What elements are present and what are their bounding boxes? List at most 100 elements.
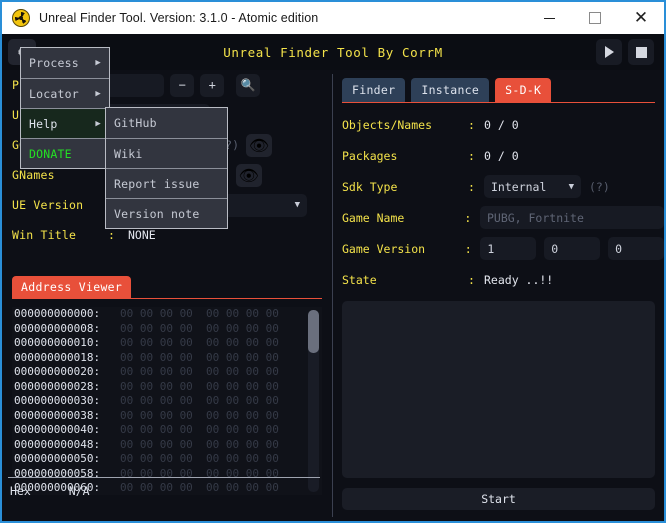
hex-address: 000000000028:: [14, 379, 101, 393]
process-minus-button[interactable]: −: [170, 73, 195, 97]
hex-address: 000000000050:: [14, 452, 101, 465]
log-output[interactable]: [342, 301, 655, 478]
menu-item-donate[interactable]: DONATE: [21, 138, 109, 168]
menu-item-version-note[interactable]: Version note: [106, 198, 227, 228]
hex-bytes: 00 00 00 00 00 00 00 00: [100, 437, 279, 451]
hex-line: 000000000040: 00 00 00 00 00 00 00 00: [12, 423, 322, 438]
state-row: State : Ready ..!!: [333, 264, 664, 295]
state-value: Ready ..!!: [484, 272, 554, 287]
menu-item-label: DONATE: [29, 146, 72, 161]
hex-footer-value: N/A: [68, 484, 90, 498]
game-version-minor-input[interactable]: 0: [544, 237, 601, 260]
menu-item-process[interactable]: Process ▶: [21, 48, 109, 78]
menu-item-wiki[interactable]: Wiki: [106, 138, 227, 168]
packages-colon: :: [468, 148, 475, 163]
game-version-patch-input[interactable]: 0: [608, 237, 664, 260]
menu-item-help[interactable]: Help ▶: [21, 108, 109, 138]
close-button[interactable]: ✕: [618, 2, 664, 34]
sdk-type-colon: :: [468, 179, 475, 194]
sdk-type-select[interactable]: Internal ▼: [484, 175, 581, 198]
menu-item-label: Process: [29, 56, 79, 70]
play-icon[interactable]: [596, 39, 622, 65]
toolbar-actions: [596, 39, 654, 65]
hex-bytes: 00 00 00 00 00 00 00 00: [100, 452, 279, 465]
window-title: Unreal Finder Tool. Version: 3.1.0 - Ato…: [39, 11, 319, 25]
chevron-right-icon: ▶: [95, 58, 101, 68]
game-version-row: Game Version : 1 0 0: [333, 233, 664, 264]
hex-line: 000000000038: 00 00 00 00 00 00 00 00: [12, 409, 322, 424]
tab-bar: Finder Instance S-D-K: [333, 70, 664, 102]
hex-line: 000000000020: 00 00 00 00 00 00 00 00: [12, 365, 322, 380]
win-title-label: Win Title: [12, 228, 77, 242]
hex-bytes: 00 00 00 00 00 00 00 00: [100, 307, 279, 320]
sdk-type-value: Internal: [491, 179, 547, 194]
address-viewer-rule: [12, 298, 322, 299]
address-viewer: Address Viewer 000000000000: 00 00 00 00…: [12, 276, 322, 495]
hex-address: 000000000048:: [14, 437, 101, 451]
sdk-type-help[interactable]: (?): [589, 180, 610, 194]
main-menu: Process ▶ Locator ▶ Help ▶ DONATE: [20, 47, 110, 169]
hex-dump[interactable]: 000000000000: 00 00 00 00 00 00 00 00 000…: [12, 307, 322, 495]
maximize-button[interactable]: [572, 2, 618, 34]
objects-names-row: Objects/Names : 0 / 0: [333, 109, 664, 140]
objects-names-label: Objects/Names: [342, 117, 433, 132]
menu-item-label: Locator: [29, 86, 79, 101]
hex-line: 000000000000: 00 00 00 00 00 00 00 00: [12, 307, 322, 322]
hex-address: 000000000010:: [14, 336, 101, 349]
menu-item-github[interactable]: GitHub: [106, 108, 227, 138]
hex-address: 000000000000:: [14, 307, 101, 320]
menu-item-label: Help: [29, 116, 58, 131]
chevron-down-icon: ▼: [294, 200, 300, 210]
packages-value: 0 / 0: [484, 148, 519, 163]
start-button[interactable]: Start: [342, 488, 655, 510]
tab-bar-rule: [342, 102, 655, 103]
menu-item-report-issue[interactable]: Report issue: [106, 168, 227, 198]
hex-bytes: 00 00 00 00 00 00 00 00: [100, 336, 279, 349]
win-title-value: NONE: [128, 228, 156, 242]
game-version-major-input[interactable]: 1: [480, 237, 537, 260]
hex-scrollbar[interactable]: [308, 310, 319, 492]
menu-item-locator[interactable]: Locator ▶: [21, 78, 109, 108]
minimize-button[interactable]: [526, 2, 572, 34]
hex-address: 000000000040:: [14, 423, 101, 436]
address-viewer-footer-rule: [8, 477, 320, 478]
tab-sdk[interactable]: S-D-K: [495, 78, 552, 102]
game-name-row: Game Name : PUBG, Fortnite: [333, 202, 664, 233]
sdk-type-label: Sdk Type: [342, 179, 398, 194]
chevron-right-icon: ▶: [95, 88, 101, 99]
sdk-type-row: Sdk Type : Internal ▼ (?): [333, 171, 664, 202]
tab-instance[interactable]: Instance: [411, 78, 490, 102]
address-viewer-tab[interactable]: Address Viewer: [12, 276, 132, 298]
hex-address: 000000000008:: [14, 321, 101, 335]
hex-bytes: 00 00 00 00 00 00 00 00: [100, 481, 279, 494]
chevron-right-icon: ▶: [95, 118, 101, 129]
process-plus-button[interactable]: +: [200, 73, 225, 97]
chevron-down-icon: ▼: [568, 181, 574, 192]
hex-lines: 000000000000: 00 00 00 00 00 00 00 00 000…: [12, 307, 322, 495]
hex-line: 000000000048: 00 00 00 00 00 00 00 00: [12, 438, 322, 453]
hex-bytes: 00 00 00 00 00 00 00 00: [100, 408, 279, 422]
game-name-input[interactable]: PUBG, Fortnite: [479, 206, 664, 229]
hex-address: 000000000030:: [14, 394, 101, 407]
application-window: Unreal Finder Tool. Version: 3.1.0 - Ato…: [0, 0, 666, 523]
game-name-label: Game Name: [342, 210, 405, 225]
hex-line: 000000000008: 00 00 00 00 00 00 00 00: [12, 322, 322, 337]
game-version-label: Game Version: [342, 241, 426, 256]
help-submenu: GitHub Wiki Report issue Version note: [105, 107, 228, 229]
hex-line: 000000000028: 00 00 00 00 00 00 00 00: [12, 380, 322, 395]
game-name-colon: :: [464, 210, 472, 225]
gnames-label: GNames: [12, 168, 55, 182]
objects-names-colon: :: [468, 117, 475, 132]
eye-icon[interactable]: 👁: [246, 133, 273, 157]
stop-icon[interactable]: [628, 39, 654, 65]
hex-bytes: 00 00 00 00 00 00 00 00: [100, 394, 279, 407]
tab-finder[interactable]: Finder: [342, 78, 406, 102]
hex-line: 000000000030: 00 00 00 00 00 00 00 00: [12, 394, 322, 409]
right-panel: Finder Instance S-D-K Objects/Names : 0 …: [333, 70, 664, 521]
hex-line: 000000000050: 00 00 00 00 00 00 00 00: [12, 452, 322, 467]
eye-icon[interactable]: 👁: [235, 163, 262, 187]
hex-bytes: 00 00 00 00 00 00 00 00: [100, 365, 279, 378]
search-icon[interactable]: 🔍: [236, 73, 261, 97]
hex-address: 000000000018:: [14, 350, 101, 364]
hex-scrollbar-thumb[interactable]: [308, 310, 319, 353]
